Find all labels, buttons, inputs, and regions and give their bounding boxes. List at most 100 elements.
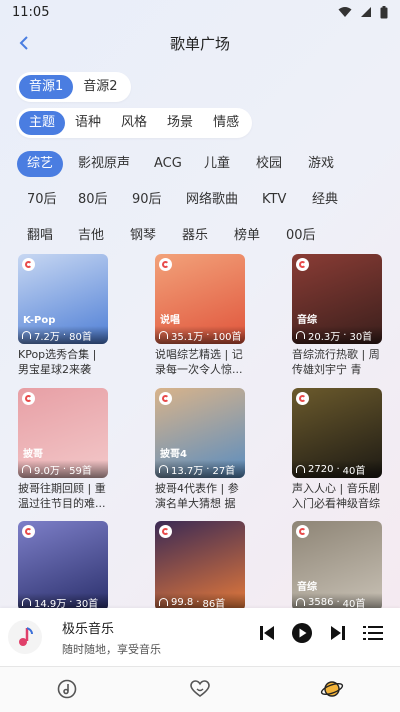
playlist-category: 音综: [297, 582, 317, 593]
playlist-stats: 9.0万 · 59首: [18, 460, 108, 478]
play-count: 7.2万: [34, 331, 60, 343]
tag-item[interactable]: 综艺: [17, 151, 64, 177]
back-button[interactable]: [14, 32, 34, 54]
status-icons: [338, 5, 388, 19]
tag-item[interactable]: 影视原声: [68, 151, 140, 177]
tag-item[interactable]: 经典: [302, 187, 348, 213]
app-logo-icon: [22, 392, 35, 405]
playlist-card[interactable]: 14.9万 · 30首: [18, 521, 108, 611]
source-tab-2[interactable]: 音源2: [73, 75, 127, 99]
skip-next-icon: [331, 626, 345, 640]
tag-item[interactable]: 游戏: [298, 151, 344, 177]
tag-item[interactable]: 70后: [17, 187, 67, 213]
playlist-title: 披哥往期回顾 | 重温过往节目的难...: [18, 482, 106, 510]
playlist-title: 音综流行热歌 | 周传雄刘宇宁 青花...: [292, 348, 380, 376]
music-disc-icon: [57, 679, 77, 699]
playlist-cover: 音综 20.3万 · 30首: [292, 254, 382, 344]
play-count: 99.8: [171, 596, 194, 608]
playlist-card[interactable]: 音综 3586 · 40首: [292, 521, 382, 611]
playlist-stats: 2720 · 40首: [292, 460, 382, 478]
mini-player[interactable]: 极乐音乐 随时随地，享受音乐: [0, 608, 400, 666]
tag-item[interactable]: 翻唱: [17, 223, 63, 249]
tab-theme[interactable]: 主题: [19, 111, 66, 135]
tag-item[interactable]: 00后: [276, 223, 326, 249]
heart-icon: [190, 680, 210, 697]
nav-discover[interactable]: [320, 677, 344, 701]
playlist-button[interactable]: [360, 620, 386, 646]
playlist-cover: 披哥 9.0万 · 59首: [18, 388, 108, 478]
playlist-category: 披哥4: [160, 449, 187, 460]
planet-icon: [320, 681, 344, 697]
bottom-nav: [0, 666, 400, 712]
playlist-card[interactable]: 99.8 · 86首: [155, 521, 245, 611]
playlist-card[interactable]: K-Pop 7.2万· 80首 KPop选秀合集 | 男宝星球2来袭 下...: [18, 254, 108, 377]
tag-cloud: 综艺 影视原声 ACG 儿童 校园 游戏 70后 80后 90后 网络歌曲 KT…: [0, 146, 400, 254]
tab-style[interactable]: 风格: [111, 111, 157, 135]
headphone-icon: [296, 331, 305, 339]
playlist-card[interactable]: 披哥4 13.7万· 27首 披哥4代表作 | 参演名单大猜想 据传...: [155, 388, 245, 511]
tag-item[interactable]: 儿童: [194, 151, 240, 177]
tag-item[interactable]: 钢琴: [120, 223, 166, 249]
tag-item[interactable]: 90后: [122, 187, 172, 213]
playlist-card[interactable]: 2720 · 40首 声入人心 | 音乐剧入门必看神级音综: [292, 388, 382, 511]
status-bar: 11:05: [0, 0, 400, 24]
cell-signal-icon: [361, 7, 371, 17]
headphone-icon: [159, 331, 168, 339]
app-logo-icon: [296, 525, 309, 538]
nav-favorites[interactable]: [188, 677, 212, 701]
song-count: 100首: [212, 331, 242, 343]
player-subtitle: 随时随地，享受音乐: [62, 642, 161, 656]
tag-item[interactable]: 校园: [246, 151, 292, 177]
skip-previous-icon: [260, 626, 274, 640]
tag-row: 70后 80后 90后 网络歌曲 KTV 经典: [0, 182, 400, 218]
playlist-title: 披哥4代表作 | 参演名单大猜想 据传...: [155, 482, 239, 510]
playlist-cover: 披哥4 13.7万 · 27首: [155, 388, 245, 478]
wifi-icon: [338, 7, 352, 17]
playlist-title: 声入人心 | 音乐剧入门必看神级音综: [292, 482, 380, 510]
song-count: 80首: [69, 331, 92, 343]
play-button[interactable]: [289, 620, 315, 646]
playlist-card[interactable]: 说唱 35.1万 · 100首 说唱综艺精选 | 记录每一次令人惊...: [155, 254, 245, 377]
tab-emotion[interactable]: 情感: [203, 111, 249, 135]
tab-scene[interactable]: 场景: [157, 111, 203, 135]
tag-item[interactable]: 器乐: [172, 223, 218, 249]
playlist-card[interactable]: 披哥 9.0万 · 59首 披哥往期回顾 | 重温过往节目的难...: [18, 388, 108, 511]
tag-item[interactable]: KTV: [252, 187, 296, 213]
queue-list-icon: [363, 626, 383, 640]
tag-item[interactable]: 吉他: [68, 223, 114, 249]
headphone-icon: [159, 598, 168, 606]
playlist-stats: 35.1万 · 100首: [155, 326, 245, 344]
song-count: 30首: [349, 331, 373, 343]
song-count: 59首: [69, 465, 92, 477]
tag-item[interactable]: 80后: [68, 187, 118, 213]
song-count: 40首: [342, 465, 366, 477]
play-count: 3586: [308, 596, 334, 608]
tab-language[interactable]: 语种: [65, 111, 111, 135]
tag-item[interactable]: 榜单: [224, 223, 270, 249]
next-button[interactable]: [325, 620, 351, 646]
play-count: 20.3万: [308, 331, 341, 343]
play-count: 13.7万: [171, 465, 204, 477]
playlist-cover: 99.8 · 86首: [155, 521, 245, 611]
tag-item[interactable]: 网络歌曲: [176, 187, 248, 213]
nav-music[interactable]: [55, 677, 79, 701]
playlist-category: 披哥: [23, 449, 43, 460]
app-logo-icon: [159, 258, 172, 271]
app-logo-icon: [159, 392, 172, 405]
source-tab-1[interactable]: 音源1: [19, 75, 74, 99]
playlist-title: 说唱综艺精选 | 记录每一次令人惊...: [155, 348, 243, 376]
playlist-stats: 20.3万 · 30首: [292, 326, 382, 344]
previous-button[interactable]: [254, 620, 280, 646]
play-count: 9.0万: [34, 465, 60, 477]
headphone-icon: [159, 465, 168, 473]
playlist-cover: K-Pop 7.2万 · 80首: [18, 254, 108, 344]
app-logo-icon: [22, 525, 35, 538]
tag-row: 翻唱 吉他 钢琴 器乐 榜单 00后: [0, 218, 400, 254]
playlist-cover: 说唱 35.1万 · 100首: [155, 254, 245, 344]
app-logo-icon: [296, 258, 309, 271]
playlist-card[interactable]: 音综 20.3万· 30首 音综流行热歌 | 周传雄刘宇宁 青花...: [292, 254, 382, 377]
player-artwork[interactable]: [8, 620, 42, 654]
page-title: 歌单广场: [169, 34, 230, 53]
playlist-stats: 13.7万 · 27首: [155, 460, 245, 478]
tag-item[interactable]: ACG: [144, 151, 192, 177]
